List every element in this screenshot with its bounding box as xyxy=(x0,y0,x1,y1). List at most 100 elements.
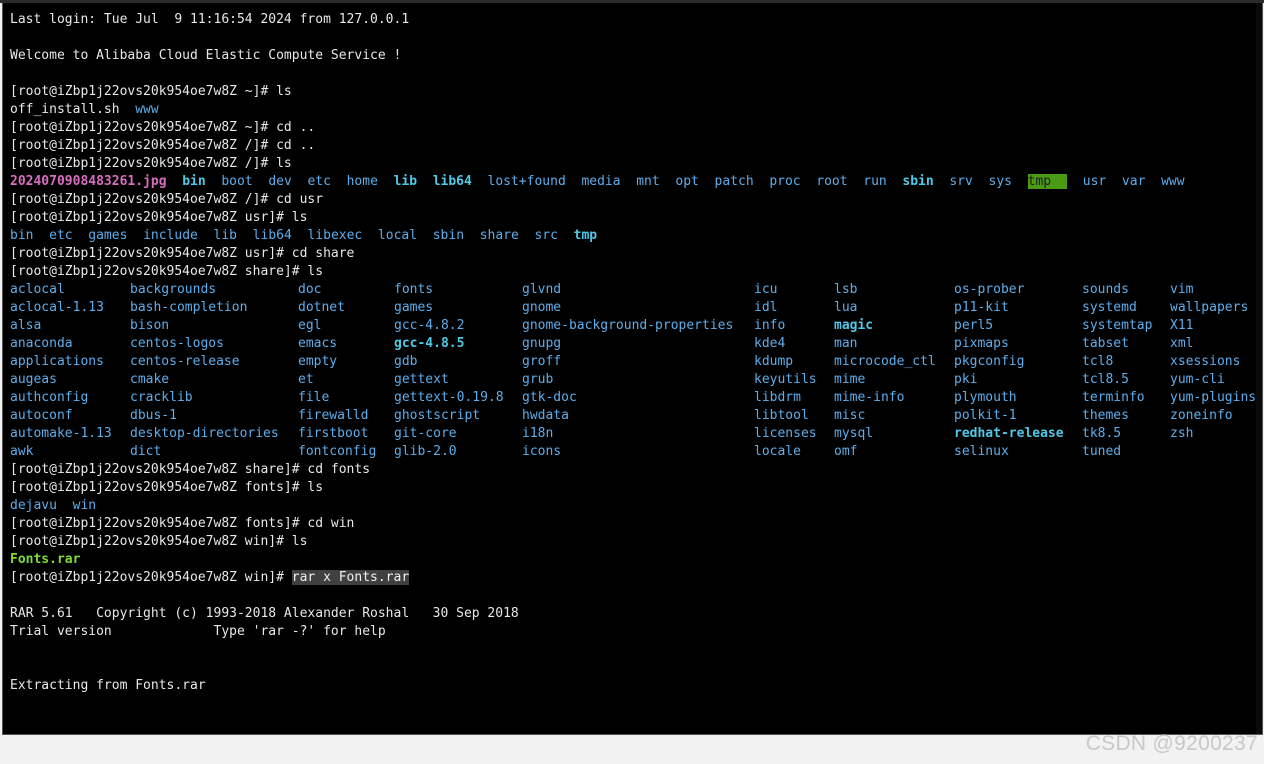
directory-entry: authconfig xyxy=(10,390,89,405)
directory-entry: gettext-0.19.8 xyxy=(394,390,504,405)
ls-grid-row: awk dict fontconfig glib-2.0 icons locale omf s… xyxy=(10,443,1260,461)
directory-entry: gnome xyxy=(522,300,562,315)
directory-entry: tuned xyxy=(1082,444,1122,459)
terminal-scrollbar[interactable] xyxy=(1256,3,1262,734)
directory-entry: plymouth xyxy=(954,390,1017,405)
directory-entry: augeas xyxy=(10,372,57,387)
directory-entry: backgrounds xyxy=(130,282,217,297)
directory-entry: fonts xyxy=(394,282,434,297)
output-line: Extracting from Fonts.rar xyxy=(10,678,206,693)
directory-entry: emacs xyxy=(298,336,338,351)
directory-entry: lib64 xyxy=(252,228,292,243)
file-entry: off_install.sh xyxy=(10,102,120,117)
directory-entry: egl xyxy=(298,318,322,333)
directory-entry: gtk-doc xyxy=(522,390,577,405)
prompt-line: [root@iZbp1j22ovs20k954oe7w8Z win]# ls xyxy=(10,534,308,549)
directory-entry: git-core xyxy=(394,426,457,441)
directory-entry: local xyxy=(377,228,418,243)
output-line: Last login: Tue Jul 9 11:16:54 2024 from… xyxy=(10,12,410,27)
directory-entry: misc xyxy=(834,408,866,423)
directory-entry: tabset xyxy=(1082,336,1129,351)
directory-entry: dbus-1 xyxy=(130,408,177,423)
directory-entry: dotnet xyxy=(298,300,345,315)
directory-entry: lua xyxy=(834,300,858,315)
directory-entry: fontconfig xyxy=(298,444,377,459)
directory-entry: xsessions xyxy=(1170,354,1241,369)
output-line: Welcome to Alibaba Cloud Elastic Compute… xyxy=(10,48,402,63)
terminal-output: Last login: Tue Jul 9 11:16:54 2024 from… xyxy=(10,11,1260,695)
directory-entry: gcc-4.8.5 xyxy=(394,336,465,351)
selected-command[interactable]: rar x Fonts.rar xyxy=(291,570,410,585)
ls-output-row: off_install.sh www xyxy=(10,101,1260,119)
directory-entry: xml xyxy=(1170,336,1194,351)
prompt-line: [root@iZbp1j22ovs20k954oe7w8Z fonts]# ls xyxy=(10,480,324,495)
directory-entry: ghostscript xyxy=(394,408,481,423)
output-line: Trial version Type 'rar -?' for help xyxy=(10,624,386,639)
directory-entry: pixmaps xyxy=(954,336,1009,351)
directory-entry: srv xyxy=(949,174,973,189)
directory-entry: lib xyxy=(213,228,238,243)
directory-entry: sbin xyxy=(432,228,465,243)
directory-entry: proc xyxy=(769,174,801,189)
directory-entry: themes xyxy=(1082,408,1129,423)
directory-entry: redhat-release xyxy=(954,426,1064,441)
directory-entry: media xyxy=(581,174,621,189)
ls-output-row: 2024070908483261.jpg bin boot dev etc ho… xyxy=(10,173,1260,191)
directory-entry: bash-completion xyxy=(130,300,248,315)
directory-entry: kde4 xyxy=(754,336,786,351)
directory-entry: mime-info xyxy=(834,390,905,405)
directory-entry: magic xyxy=(834,318,874,333)
directory-entry: libdrm xyxy=(754,390,801,405)
directory-entry: var xyxy=(1121,174,1146,189)
directory-entry: autoconf xyxy=(10,408,73,423)
ls-output-row: bin etc games include lib lib64 libexec … xyxy=(10,227,1260,245)
directory-entry: systemd xyxy=(1082,300,1137,315)
prompt-line: [root@iZbp1j22ovs20k954oe7w8Z share]# cd… xyxy=(10,462,371,477)
directory-entry: lsb xyxy=(834,282,858,297)
directory-entry: cmake xyxy=(130,372,170,387)
directory-entry: bin xyxy=(10,228,34,243)
directory-entry: pkgconfig xyxy=(954,354,1025,369)
directory-entry: man xyxy=(834,336,858,351)
csdn-watermark: CSDN @9200237 xyxy=(1085,732,1258,755)
directory-entry: sounds xyxy=(1082,282,1129,297)
directory-entry: gdb xyxy=(394,354,418,369)
directory-entry: applications xyxy=(10,354,104,369)
directory-entry: src xyxy=(534,228,558,243)
directory-entry: kdump xyxy=(754,354,794,369)
ls-grid-row: anaconda centos-logos emacs gcc-4.8.5 gnupg k… xyxy=(10,335,1260,353)
prompt-line: [root@iZbp1j22ovs20k954oe7w8Z usr]# ls xyxy=(10,210,308,225)
directory-entry: bison xyxy=(130,318,170,333)
directory-entry: gcc-4.8.2 xyxy=(394,318,465,333)
directory-entry: libtool xyxy=(754,408,809,423)
directory-entry: games xyxy=(88,228,128,243)
directory-entry: www xyxy=(135,102,159,117)
terminal-window[interactable]: Last login: Tue Jul 9 11:16:54 2024 from… xyxy=(2,3,1263,735)
directory-entry: locale xyxy=(754,444,801,459)
directory-entry: tmp xyxy=(1027,174,1068,189)
directory-entry: anaconda xyxy=(10,336,73,351)
directory-entry: yum-cli xyxy=(1170,372,1225,387)
directory-entry: awk xyxy=(10,444,34,459)
directory-entry: os-prober xyxy=(954,282,1025,297)
directory-entry: www xyxy=(1161,174,1185,189)
directory-entry: gnome-background-properties xyxy=(522,318,734,333)
directory-entry: aclocal-1.13 xyxy=(10,300,104,315)
ls-grid-row: aclocal backgrounds doc fonts glvnd icu lsb os-… xyxy=(10,281,1260,299)
directory-entry: idl xyxy=(754,300,778,315)
directory-entry: mime xyxy=(834,372,866,387)
directory-entry: perl5 xyxy=(954,318,994,333)
directory-entry: aclocal xyxy=(10,282,65,297)
ls-grid-row: authconfig cracklib file gettext-0.19.8 gtk-… xyxy=(10,389,1260,407)
directory-entry: run xyxy=(863,174,887,189)
prompt-line: [root@iZbp1j22ovs20k954oe7w8Z ~]# ls xyxy=(10,84,292,99)
directory-entry: icons xyxy=(522,444,562,459)
directory-entry: dejavu xyxy=(10,498,57,513)
directory-entry: sys xyxy=(988,174,1012,189)
directory-entry: dev xyxy=(268,174,292,189)
ls-output-row: dejavu win xyxy=(10,497,1260,515)
directory-entry: centos-release xyxy=(130,354,240,369)
prompt-line: [root@iZbp1j22ovs20k954oe7w8Z /]# ls xyxy=(10,156,292,171)
